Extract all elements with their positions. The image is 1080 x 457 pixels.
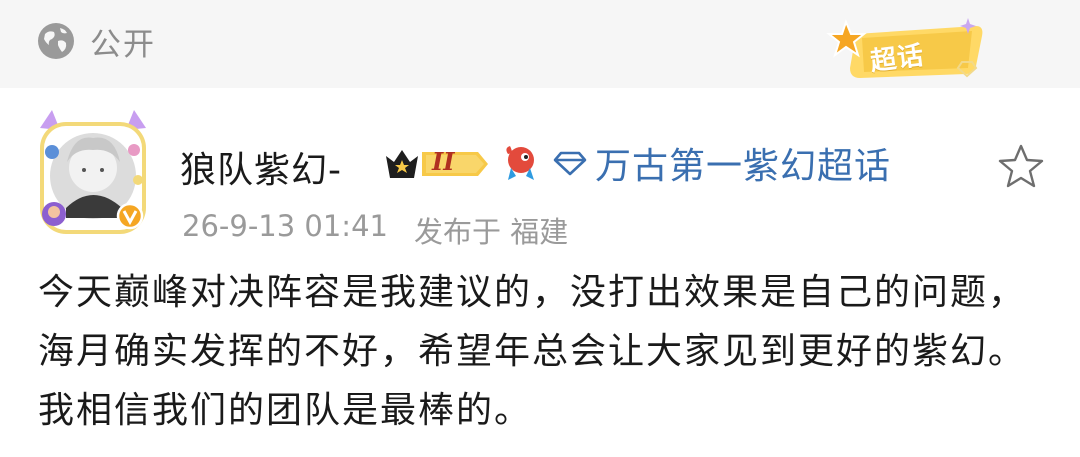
star-icon bbox=[998, 144, 1044, 188]
vip-level: II bbox=[432, 147, 455, 176]
supertopic-label: 超话 bbox=[868, 40, 926, 78]
vip-badge[interactable]: II bbox=[382, 146, 490, 182]
post-text: 今天巅峰对决阵容是我建议的，没打出效果是自己的问题，海月确实发挥的不好，希望年总… bbox=[38, 272, 1027, 431]
fan-medal-icon[interactable] bbox=[502, 144, 540, 182]
globe-icon bbox=[36, 21, 76, 61]
visibility-label: 公开 bbox=[90, 26, 156, 63]
favorite-star-button[interactable] bbox=[996, 142, 1046, 190]
topic-link[interactable]: 万古第一紫幻超话 bbox=[553, 141, 891, 187]
post-location: 发布于 福建 bbox=[413, 215, 569, 249]
topic-label: 万古第一紫幻超话 bbox=[595, 146, 892, 187]
top-bar: 公开 超话 bbox=[0, 0, 1080, 88]
avatar[interactable] bbox=[34, 108, 152, 240]
post-meta: 26-9-13 01:41 发布于 福建 bbox=[182, 209, 568, 251]
visibility-indicator[interactable]: 公开 bbox=[36, 19, 156, 63]
supertopic-badge[interactable]: 超话 bbox=[826, 12, 986, 88]
post-timestamp: 26-9-13 01:41 bbox=[182, 209, 388, 243]
diamond-icon bbox=[553, 150, 587, 176]
author-name[interactable]: 狼队紫幻- bbox=[180, 141, 342, 193]
